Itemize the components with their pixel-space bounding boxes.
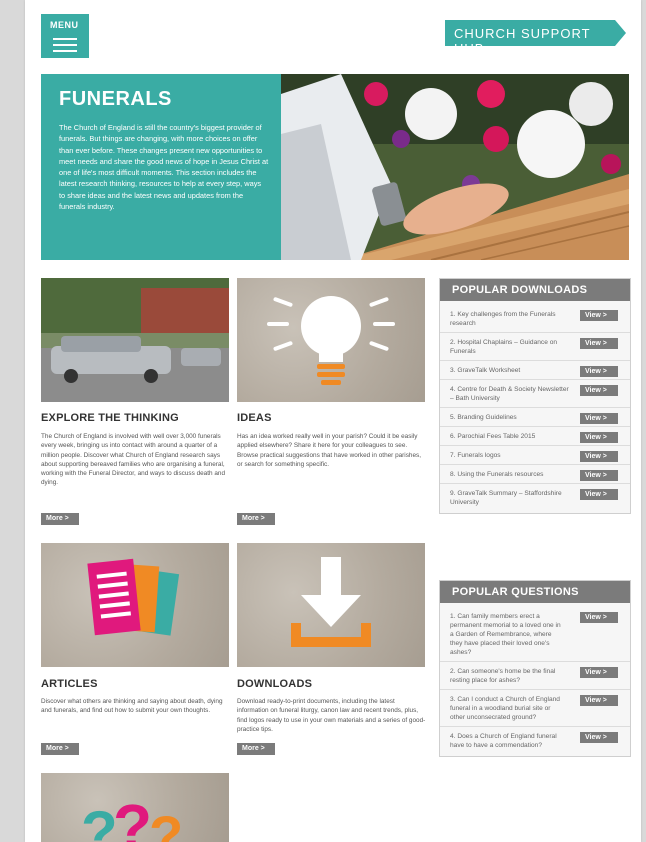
download-view-button[interactable]: View >	[580, 310, 618, 321]
download-item: 8. Using the Funerals resources View >	[440, 465, 630, 484]
ideas-title: IDEAS	[237, 412, 272, 424]
articles-title: ARTICLES	[41, 678, 98, 690]
popular-downloads-heading: POPULAR DOWNLOADS	[440, 279, 630, 301]
question-view-button[interactable]: View >	[580, 732, 618, 743]
download-view-button[interactable]: View >	[580, 338, 618, 349]
question-mark-glyph: ?	[113, 791, 152, 842]
question-item: 3. Can I conduct a Church of England fun…	[440, 690, 630, 727]
question-mark-glyph: ?	[149, 804, 183, 842]
hub-label: CHURCH SUPPORT HUB	[454, 26, 591, 56]
question-item: 4. Does a Church of England funeral have…	[440, 727, 630, 754]
articles-more-button[interactable]: More >	[41, 743, 79, 755]
download-icon	[291, 557, 371, 647]
articles-description: Discover what others are thinking and sa…	[41, 698, 223, 715]
download-view-button[interactable]: View >	[580, 413, 618, 424]
downloads-description: Download ready-to-print documents, inclu…	[237, 698, 426, 733]
hero-panel: FUNERALS The Church of England is still …	[41, 74, 281, 260]
explore-description: The Church of England is involved with w…	[41, 433, 226, 487]
question-item-label[interactable]: 2. Can someone's home be the final resti…	[450, 667, 562, 685]
hero-description: The Church of England is still the count…	[59, 123, 269, 212]
download-view-button[interactable]: View >	[580, 366, 618, 377]
church-support-hub-link[interactable]: CHURCH SUPPORT HUB	[445, 20, 626, 56]
explore-title: EXPLORE THE THINKING	[41, 412, 179, 424]
popular-questions-heading: POPULAR QUESTIONS	[440, 581, 630, 603]
download-item-label[interactable]: 9. GraveTalk Summary – Staffordshire Uni…	[450, 489, 570, 507]
explore-more-button[interactable]: More >	[41, 513, 79, 525]
download-item: 5. Branding Guidelines View >	[440, 408, 630, 427]
download-item-label[interactable]: 7. Funerals logos	[450, 451, 570, 460]
question-view-button[interactable]: View >	[580, 612, 618, 623]
download-item: 6. Parochial Fees Table 2015 View >	[440, 427, 630, 446]
menu-label: MENU	[50, 20, 79, 30]
question-item: 1. Can family members erect a permanent …	[440, 607, 630, 662]
page: MENU CHURCH SUPPORT HUB FUNERALS The Chu…	[25, 0, 641, 842]
download-item: 2. Hospital Chaplains – Guidance on Fune…	[440, 333, 630, 361]
articles-image	[41, 543, 229, 667]
hamburger-icon	[53, 38, 77, 56]
download-item-label[interactable]: 4. Centre for Death & Society Newsletter…	[450, 385, 570, 403]
download-item: 3. GraveTalk Worksheet View >	[440, 361, 630, 380]
ideas-image	[237, 278, 425, 402]
download-view-button[interactable]: View >	[580, 470, 618, 481]
download-item-label[interactable]: 8. Using the Funerals resources	[450, 470, 570, 479]
question-view-button[interactable]: View >	[580, 695, 618, 706]
downloads-image	[237, 543, 425, 667]
page-title: FUNERALS	[59, 88, 172, 110]
hero-image-hand-on-coffin-with-flowers	[281, 74, 629, 260]
download-item: 1. Key challenges from the Funerals rese…	[440, 305, 630, 333]
question-item-label[interactable]: 3. Can I conduct a Church of England fun…	[450, 695, 562, 722]
download-view-button[interactable]: View >	[580, 489, 618, 500]
download-item-label[interactable]: 6. Parochial Fees Table 2015	[450, 432, 570, 441]
question-item-label[interactable]: 4. Does a Church of England funeral have…	[450, 732, 562, 750]
question-item-label[interactable]: 1. Can family members erect a permanent …	[450, 612, 562, 657]
download-item: 9. GraveTalk Summary – Staffordshire Uni…	[440, 484, 630, 511]
download-item-label[interactable]: 3. GraveTalk Worksheet	[450, 366, 570, 375]
download-view-button[interactable]: View >	[580, 385, 618, 396]
ideas-more-button[interactable]: More >	[237, 513, 275, 525]
download-item-label[interactable]: 1. Key challenges from the Funerals rese…	[450, 310, 570, 328]
documents-icon	[87, 558, 180, 636]
question-marks-icon: ? ? ?	[81, 791, 183, 842]
explore-image-hearse	[41, 278, 229, 402]
lightbulb-icon	[267, 296, 395, 385]
popular-downloads-panel: POPULAR DOWNLOADS 1. Key challenges from…	[439, 278, 631, 514]
question-item: 2. Can someone's home be the final resti…	[440, 662, 630, 690]
popular-questions-panel: POPULAR QUESTIONS 1. Can family members …	[439, 580, 631, 757]
download-view-button[interactable]: View >	[580, 451, 618, 462]
downloads-title: DOWNLOADS	[237, 678, 313, 690]
menu-button[interactable]: MENU	[41, 14, 89, 58]
ideas-description: Has an idea worked really well in your p…	[237, 433, 422, 468]
download-view-button[interactable]: View >	[580, 432, 618, 443]
question-view-button[interactable]: View >	[580, 667, 618, 678]
download-item: 4. Centre for Death & Society Newsletter…	[440, 380, 630, 408]
downloads-more-button[interactable]: More >	[237, 743, 275, 755]
download-item-label[interactable]: 5. Branding Guidelines	[450, 413, 570, 422]
faq-image: ? ? ?	[41, 773, 229, 842]
download-item: 7. Funerals logos View >	[440, 446, 630, 465]
download-item-label[interactable]: 2. Hospital Chaplains – Guidance on Fune…	[450, 338, 570, 356]
